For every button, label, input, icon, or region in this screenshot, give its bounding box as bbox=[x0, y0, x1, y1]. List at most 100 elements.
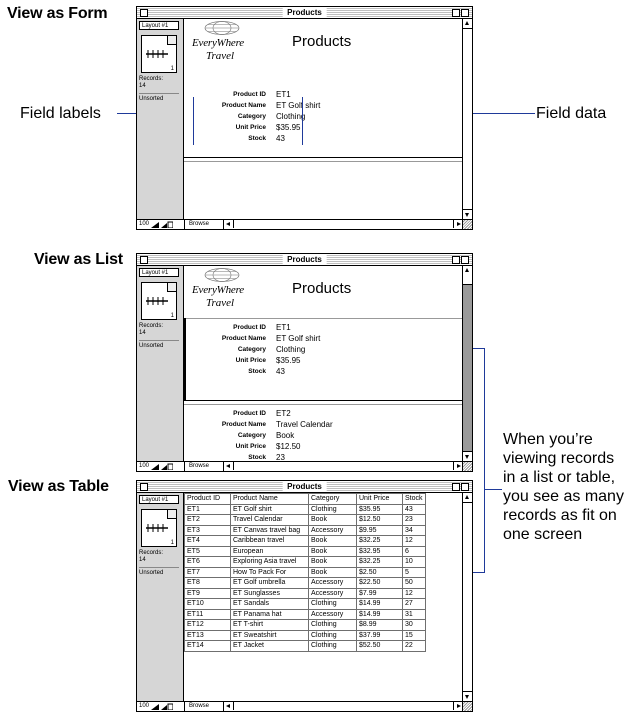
cell-unit-price[interactable]: $32.25 bbox=[356, 556, 403, 568]
cell-product-name[interactable]: How To Pack For bbox=[230, 566, 309, 578]
table-row[interactable]: ET8 ET Golf umbrella Accessory $22.50 50 bbox=[184, 577, 426, 589]
table-row[interactable]: ET13 ET Sweatshirt Clothing $37.99 15 bbox=[184, 629, 426, 641]
cell-stock[interactable]: 23 bbox=[402, 514, 426, 526]
cell-product-name[interactable]: ET Jacket bbox=[230, 640, 309, 652]
field-category[interactable]: Book bbox=[276, 430, 294, 441]
cell-product-name[interactable]: ET Canvas travel bag bbox=[230, 524, 309, 536]
collapse-box[interactable] bbox=[461, 256, 469, 264]
book-icon[interactable]: 1 bbox=[141, 35, 177, 73]
cell-product-id[interactable]: ET13 bbox=[184, 629, 231, 641]
field-stock[interactable]: 23 bbox=[276, 452, 285, 461]
cell-product-name[interactable]: ET Sunglasses bbox=[230, 587, 309, 599]
cell-product-name[interactable]: Exploring Asia travel bbox=[230, 556, 309, 568]
cell-product-id[interactable]: ET12 bbox=[184, 619, 231, 631]
cell-stock[interactable]: 50 bbox=[402, 577, 426, 589]
cell-product-id[interactable]: ET8 bbox=[184, 577, 231, 589]
size-box[interactable] bbox=[462, 220, 472, 229]
cell-stock[interactable]: 12 bbox=[402, 587, 426, 599]
table-row[interactable]: ET9 ET Sunglasses Accessory $7.99 12 bbox=[184, 587, 426, 599]
cell-unit-price[interactable]: $9.95 bbox=[356, 524, 403, 536]
field-category[interactable]: Clothing bbox=[276, 344, 305, 355]
field-product-name[interactable]: ET Golf shirt bbox=[276, 333, 320, 344]
cell-product-id[interactable]: ET14 bbox=[184, 640, 231, 652]
field-stock[interactable]: 43 bbox=[276, 133, 285, 144]
cell-product-id[interactable]: ET7 bbox=[184, 566, 231, 578]
field-unit-price[interactable]: $35.95 bbox=[276, 122, 300, 133]
cell-category[interactable]: Accessory bbox=[308, 608, 357, 620]
cell-unit-price[interactable]: $32.95 bbox=[356, 545, 403, 557]
cell-product-name[interactable]: ET Sandals bbox=[230, 598, 309, 610]
list-record-1[interactable]: Product ID Product Name Category Unit Pr… bbox=[184, 322, 462, 388]
cell-stock[interactable]: 10 bbox=[402, 556, 426, 568]
table-row[interactable]: ET3 ET Canvas travel bag Accessory $9.95 34 bbox=[184, 524, 426, 536]
list-record-2[interactable]: Product ID Product Name Category Unit Pr… bbox=[184, 408, 462, 461]
cell-product-name[interactable]: ET T-shirt bbox=[230, 619, 309, 631]
field-product-id[interactable]: ET2 bbox=[276, 408, 291, 419]
table-row[interactable]: ET1 ET Golf shirt Clothing $35.95 43 bbox=[184, 503, 426, 515]
cell-unit-price[interactable]: $7.99 bbox=[356, 587, 403, 599]
cell-category[interactable]: Book bbox=[308, 556, 357, 568]
cell-category[interactable]: Book bbox=[308, 535, 357, 547]
book-icon[interactable]: 1 bbox=[141, 282, 177, 320]
cell-product-id[interactable]: ET1 bbox=[184, 503, 231, 515]
zoom-level[interactable]: 100 bbox=[139, 220, 149, 229]
scroll-up-arrow[interactable] bbox=[463, 19, 472, 29]
cell-unit-price[interactable]: $52.50 bbox=[356, 640, 403, 652]
size-box[interactable] bbox=[462, 702, 472, 711]
cell-unit-price[interactable]: $14.99 bbox=[356, 598, 403, 610]
table-row[interactable]: ET12 ET T-shirt Clothing $8.99 30 bbox=[184, 619, 426, 631]
cell-category[interactable]: Clothing bbox=[308, 640, 357, 652]
cell-product-id[interactable]: ET9 bbox=[184, 587, 231, 599]
cell-unit-price[interactable]: $32.25 bbox=[356, 535, 403, 547]
vertical-scrollbar[interactable] bbox=[462, 493, 472, 701]
mode-popup[interactable]: Browse bbox=[184, 702, 224, 711]
title-bar[interactable]: Products bbox=[137, 481, 472, 493]
table-row[interactable]: ET2 Travel Calendar Book $12.50 23 bbox=[184, 514, 426, 526]
cell-product-id[interactable]: ET2 bbox=[184, 514, 231, 526]
cell-category[interactable]: Accessory bbox=[308, 577, 357, 589]
title-bar[interactable]: Products bbox=[137, 7, 472, 19]
cell-unit-price[interactable]: $22.50 bbox=[356, 577, 403, 589]
cell-product-id[interactable]: ET4 bbox=[184, 535, 231, 547]
table-row[interactable]: ET6 Exploring Asia travel Book $32.25 10 bbox=[184, 556, 426, 568]
cell-category[interactable]: Accessory bbox=[308, 587, 357, 599]
cell-stock[interactable]: 43 bbox=[402, 503, 426, 515]
layout-popup[interactable]: Layout #1 bbox=[139, 268, 179, 277]
column-header-unit-price[interactable]: Unit Price bbox=[356, 493, 403, 505]
vertical-scrollbar[interactable] bbox=[462, 19, 472, 219]
column-header-product-name[interactable]: Product Name bbox=[230, 493, 309, 505]
cell-stock[interactable]: 30 bbox=[402, 619, 426, 631]
scroll-left-arrow[interactable] bbox=[224, 462, 234, 470]
field-stock[interactable]: 43 bbox=[276, 366, 285, 377]
cell-product-name[interactable]: ET Golf umbrella bbox=[230, 577, 309, 589]
scroll-thumb[interactable] bbox=[463, 275, 472, 285]
cell-category[interactable]: Clothing bbox=[308, 629, 357, 641]
mode-popup[interactable]: Browse bbox=[184, 220, 224, 229]
title-bar[interactable]: Products bbox=[137, 254, 472, 266]
collapse-box[interactable] bbox=[461, 483, 469, 491]
cell-product-id[interactable]: ET5 bbox=[184, 545, 231, 557]
cell-stock[interactable]: 22 bbox=[402, 640, 426, 652]
zoom-box[interactable] bbox=[452, 483, 460, 491]
cell-category[interactable]: Clothing bbox=[308, 598, 357, 610]
cell-product-id[interactable]: ET10 bbox=[184, 598, 231, 610]
cell-product-name[interactable]: Travel Calendar bbox=[230, 514, 309, 526]
cell-product-name[interactable]: Caribbean travel bbox=[230, 535, 309, 547]
field-unit-price[interactable]: $12.50 bbox=[276, 441, 300, 452]
cell-category[interactable]: Book bbox=[308, 566, 357, 578]
close-box[interactable] bbox=[140, 483, 148, 491]
table-row[interactable]: ET14 ET Jacket Clothing $52.50 22 bbox=[184, 640, 426, 652]
scroll-down-arrow[interactable] bbox=[463, 691, 472, 701]
layout-popup[interactable]: Layout #1 bbox=[139, 495, 179, 504]
table-row[interactable]: ET11 ET Panama hat Accessory $14.99 31 bbox=[184, 608, 426, 620]
cell-unit-price[interactable]: $2.50 bbox=[356, 566, 403, 578]
column-header-category[interactable]: Category bbox=[308, 493, 357, 505]
cell-product-name[interactable]: ET Sweatshirt bbox=[230, 629, 309, 641]
zoom-level[interactable]: 100 bbox=[139, 462, 149, 471]
field-product-id[interactable]: ET1 bbox=[276, 322, 291, 333]
close-box[interactable] bbox=[140, 256, 148, 264]
zoom-level[interactable]: 100 bbox=[139, 702, 149, 711]
cell-category[interactable]: Clothing bbox=[308, 619, 357, 631]
scroll-left-arrow[interactable] bbox=[224, 702, 234, 710]
scroll-down-arrow[interactable] bbox=[463, 451, 472, 461]
